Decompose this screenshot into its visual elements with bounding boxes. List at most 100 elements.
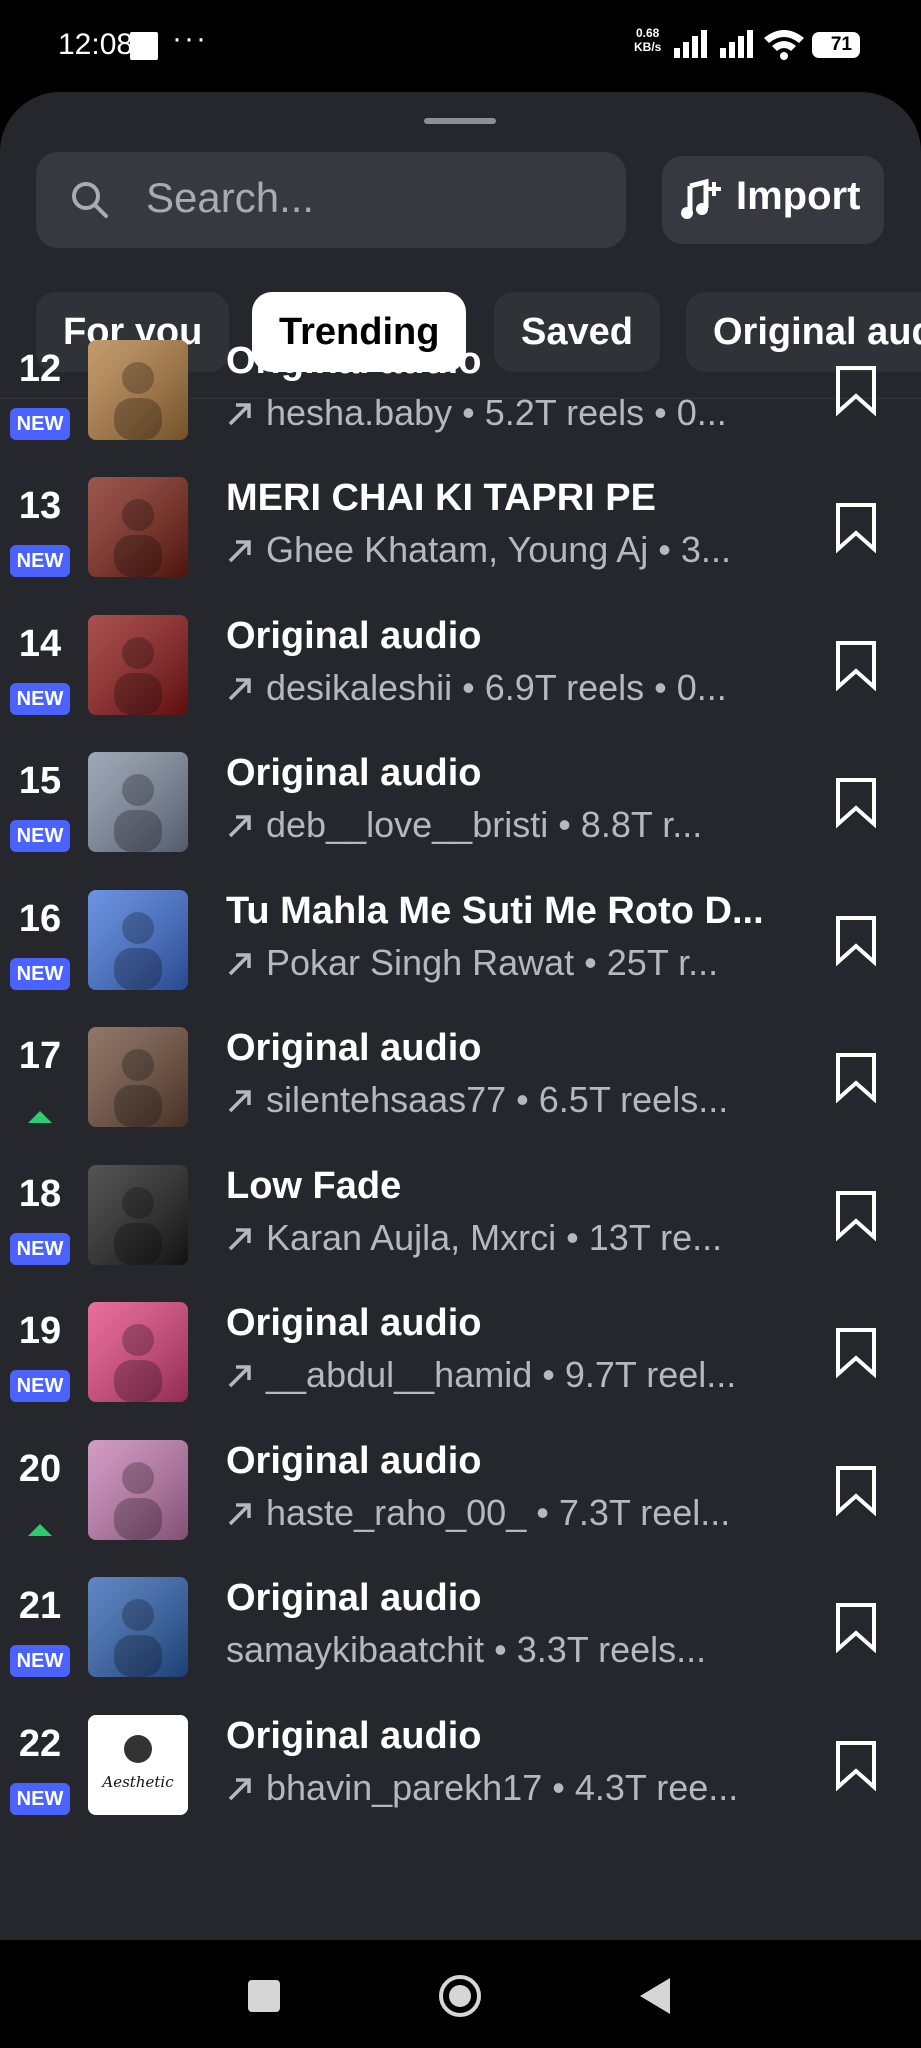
status-bar: 12:08 ··· 0.68 KB/s 71 (0, 0, 921, 92)
home-button[interactable] (438, 1974, 482, 2018)
track-thumbnail[interactable] (88, 1165, 188, 1265)
search-input[interactable]: Search... (36, 152, 626, 248)
track-rank: 22 (18, 1723, 62, 1765)
battery-icon: 71 (812, 32, 860, 58)
trend-up-icon (28, 1111, 52, 1123)
track-row[interactable]: 18 NEW Low Fade Karan Aujla, Mxrci • 13T re… (0, 1165, 921, 1302)
bookmark-icon[interactable] (834, 1739, 878, 1791)
search-placeholder: Search... (146, 174, 315, 221)
track-thumbnail[interactable] (88, 1302, 188, 1402)
track-thumbnail[interactable] (88, 615, 188, 715)
track-thumbnail[interactable] (88, 1440, 188, 1540)
import-label: Import (736, 174, 861, 218)
bookmark-icon[interactable] (834, 1189, 878, 1241)
status-time: 12:08 (58, 28, 134, 61)
track-rank: 19 (18, 1310, 62, 1352)
signal-icon (674, 30, 707, 58)
track-thumbnail[interactable] (88, 890, 188, 990)
signal-icon-2 (720, 30, 753, 58)
track-rank: 15 (18, 760, 62, 802)
drag-handle[interactable] (424, 118, 496, 124)
track-subtitle: silentehsaas77 • 6.5T reels... (226, 1079, 802, 1121)
track-title: Original audio (226, 752, 482, 794)
new-badge: NEW (10, 820, 70, 852)
trending-arrow-icon (226, 804, 266, 846)
track-row[interactable]: 21 NEW Original audio samaykibaatchit • 3.3… (0, 1577, 921, 1714)
back-button[interactable] (638, 1976, 674, 2016)
bookmark-icon[interactable] (834, 776, 878, 828)
track-subtitle-text: deb__love__bristi • 8.8T r... (266, 804, 703, 845)
track-subtitle: desikaleshii • 6.9T reels • 0... (226, 667, 802, 709)
track-title: Low Fade (226, 1165, 402, 1207)
track-rank: 14 (18, 623, 62, 665)
battery-level: 71 (830, 34, 852, 55)
track-thumbnail[interactable]: Aesthetic (88, 1715, 188, 1815)
track-rank: 17 (18, 1035, 62, 1077)
track-row[interactable]: 12 NEW Original audio hesha.baby • 5.2T ree… (0, 340, 921, 477)
track-subtitle: Karan Aujla, Mxrci • 13T re... (226, 1217, 802, 1259)
track-subtitle-text: desikaleshii • 6.9T reels • 0... (266, 667, 727, 708)
track-thumbnail[interactable] (88, 340, 188, 440)
bookmark-icon[interactable] (834, 501, 878, 553)
track-row[interactable]: 17 Original audio silentehsaas77 • 6.5T re… (0, 1027, 921, 1164)
track-thumbnail[interactable] (88, 477, 188, 577)
track-subtitle: __abdul__hamid • 9.7T reel... (226, 1354, 802, 1396)
bookmark-icon[interactable] (834, 364, 878, 416)
track-subtitle: haste_raho_00_ • 7.3T reel... (226, 1492, 802, 1534)
track-subtitle: Ghee Khatam, Young Aj • 3... (226, 529, 802, 571)
track-row[interactable]: 22 NEW Aesthetic Original audio bhavin_parek… (0, 1715, 921, 1852)
new-badge: NEW (10, 958, 70, 990)
music-note-plus-icon (681, 178, 721, 219)
track-thumbnail[interactable] (88, 1027, 188, 1127)
track-subtitle-text: hesha.baby • 5.2T reels • 0... (266, 392, 727, 433)
track-subtitle: deb__love__bristi • 8.8T r... (226, 804, 802, 846)
track-subtitle-text: haste_raho_00_ • 7.3T reel... (266, 1492, 731, 1533)
track-subtitle-text: Ghee Khatam, Young Aj • 3... (266, 529, 731, 570)
new-badge: NEW (10, 408, 70, 440)
recents-button[interactable] (248, 1980, 280, 2012)
network-speed-unit: KB/s (634, 40, 662, 54)
bookmark-icon[interactable] (834, 639, 878, 691)
network-speed: 0.68 KB/s (634, 26, 661, 54)
track-title: MERI CHAI KI TAPRI PE (226, 477, 656, 519)
bookmark-icon[interactable] (834, 1051, 878, 1103)
import-button[interactable]: Import (662, 156, 884, 244)
new-badge: NEW (10, 1783, 70, 1815)
thumbnail-text: Aesthetic (102, 1773, 174, 1791)
new-badge: NEW (10, 545, 70, 577)
bookmark-icon[interactable] (834, 914, 878, 966)
track-thumbnail[interactable] (88, 752, 188, 852)
notification-icon (130, 32, 158, 60)
trending-arrow-icon (226, 1079, 266, 1121)
bookmark-icon[interactable] (834, 1601, 878, 1653)
track-title: Original audio (226, 1715, 482, 1757)
track-title: Original audio (226, 1577, 482, 1619)
track-rank: 20 (18, 1448, 62, 1490)
track-row[interactable]: 14 NEW Original audio desikaleshii • 6.9T r… (0, 615, 921, 752)
bookmark-icon[interactable] (834, 1464, 878, 1516)
track-title: Original audio (226, 1302, 482, 1344)
track-row[interactable]: 20 Original audio haste_raho_00_ • 7.3T re… (0, 1440, 921, 1577)
trending-arrow-icon (226, 667, 266, 709)
track-title: Original audio (226, 615, 482, 657)
track-subtitle-text: Pokar Singh Rawat • 25T r... (266, 942, 719, 983)
track-subtitle-text: __abdul__hamid • 9.7T reel... (266, 1354, 737, 1395)
track-row[interactable]: 13 NEW MERI CHAI KI TAPRI PE Ghee Khatam, Y… (0, 477, 921, 614)
trending-arrow-icon (226, 1354, 266, 1396)
track-thumbnail[interactable] (88, 1577, 188, 1677)
track-row[interactable]: 16 NEW Tu Mahla Me Suti Me Roto D... Pokar … (0, 890, 921, 1027)
track-rank: 21 (18, 1585, 62, 1627)
track-rank: 18 (18, 1173, 62, 1215)
track-subtitle: Pokar Singh Rawat • 25T r... (226, 942, 802, 984)
track-title: Original audio (226, 340, 482, 382)
track-row[interactable]: 15 NEW Original audio deb__love__bristi • 8… (0, 752, 921, 889)
bookmark-icon[interactable] (834, 1326, 878, 1378)
trending-arrow-icon (226, 1492, 266, 1534)
track-row[interactable]: 19 NEW Original audio __abdul__hamid • 9.7T… (0, 1302, 921, 1439)
trending-arrow-icon (226, 1217, 266, 1259)
more-notifications-icon: ··· (172, 22, 208, 55)
search-icon (72, 182, 108, 218)
track-rank: 13 (18, 485, 62, 527)
network-speed-value: 0.68 (635, 26, 660, 40)
track-subtitle: hesha.baby • 5.2T reels • 0... (226, 392, 802, 434)
